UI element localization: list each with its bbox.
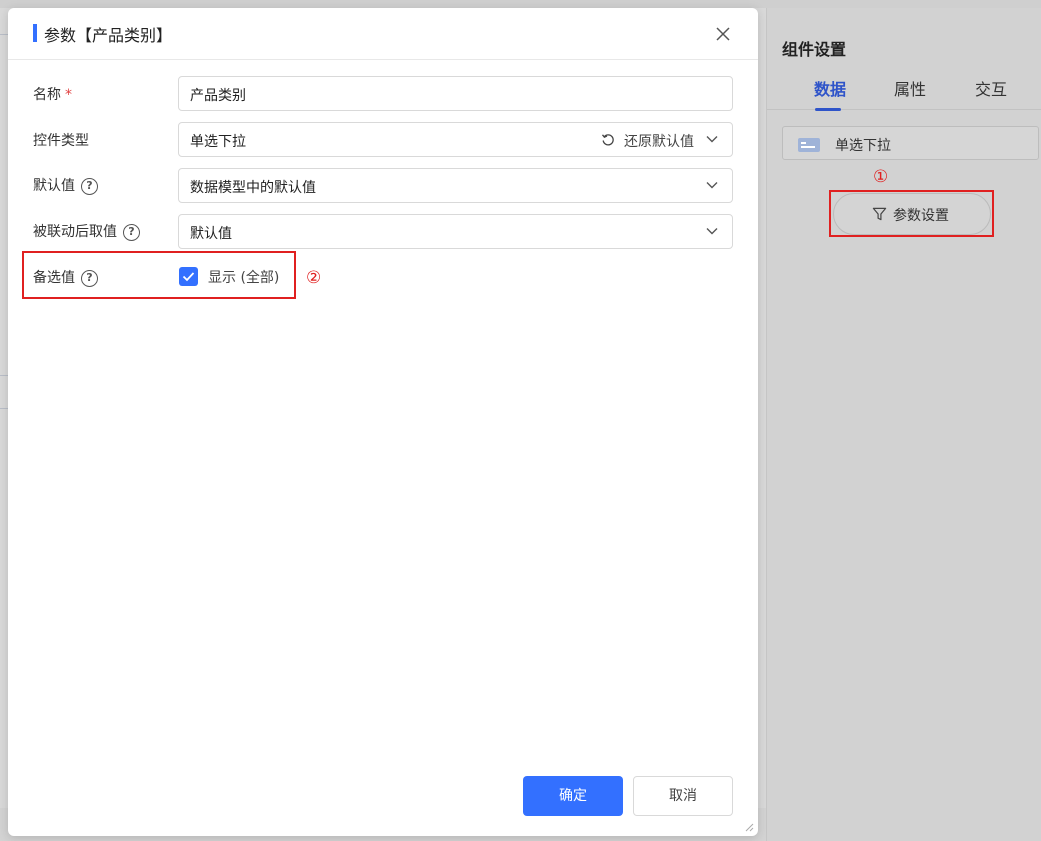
check-icon bbox=[182, 272, 195, 282]
chevron-down-icon bbox=[706, 228, 718, 235]
title-accent-bar bbox=[33, 24, 37, 42]
control-type-label: 控件类型 bbox=[33, 133, 89, 149]
component-type-box[interactable]: 单选下拉 bbox=[782, 126, 1039, 160]
confirm-button[interactable]: 确定 bbox=[523, 776, 623, 816]
linked-value-value: 默认值 bbox=[190, 226, 232, 242]
required-mark: * bbox=[65, 87, 72, 103]
name-value: 产品类别 bbox=[190, 88, 246, 104]
name-label: 名称 * bbox=[33, 84, 72, 104]
control-type-value: 单选下拉 bbox=[190, 134, 246, 150]
parameter-dialog: 参数【产品类别】 名称 * 产品类别 控件类型 单选下拉 还原默认值 默认值? 数… bbox=[8, 8, 758, 836]
param-settings-label: 参数设置 bbox=[893, 208, 949, 224]
cancel-button[interactable]: 取消 bbox=[633, 776, 733, 816]
dialog-header: 参数【产品类别】 bbox=[8, 8, 758, 60]
help-icon[interactable]: ? bbox=[81, 269, 98, 287]
resize-handle-icon[interactable] bbox=[744, 822, 754, 832]
component-settings-panel: 组件设置 数据 属性 交互 单选下拉 ① 参数设置 bbox=[766, 8, 1041, 841]
default-value-select[interactable]: 数据模型中的默认值 bbox=[178, 168, 733, 203]
param-settings-button[interactable]: 参数设置 bbox=[833, 193, 991, 235]
dialog-title: 参数【产品类别】 bbox=[44, 26, 173, 45]
close-icon[interactable] bbox=[715, 26, 731, 42]
filter-icon bbox=[872, 207, 887, 221]
top-strip bbox=[0, 0, 1041, 8]
panel-title: 组件设置 bbox=[782, 40, 847, 59]
tab-interaction[interactable]: 交互 bbox=[975, 76, 1007, 100]
linked-value-label: 被联动后取值? bbox=[33, 221, 140, 241]
active-tab-indicator bbox=[815, 108, 841, 111]
name-input[interactable]: 产品类别 bbox=[178, 76, 733, 111]
linked-value-select[interactable]: 默认值 bbox=[178, 214, 733, 249]
name-label-text: 名称 bbox=[33, 87, 61, 103]
tab-data[interactable]: 数据 bbox=[814, 76, 846, 100]
show-all-checkbox[interactable] bbox=[179, 267, 198, 286]
component-label: 单选下拉 bbox=[835, 138, 891, 154]
default-value-value: 数据模型中的默认值 bbox=[190, 180, 316, 196]
linked-value-label-text: 被联动后取值 bbox=[33, 224, 117, 240]
panel-tabs: 数据 属性 交互 bbox=[767, 68, 1041, 111]
chevron-down-icon bbox=[706, 136, 718, 143]
help-icon[interactable]: ? bbox=[123, 223, 140, 241]
default-value-label: 默认值? bbox=[33, 175, 98, 195]
options-label-text: 备选值 bbox=[33, 270, 75, 286]
options-label: 备选值? bbox=[33, 267, 98, 287]
reset-default-link[interactable]: 还原默认值 bbox=[624, 131, 694, 151]
tab-properties[interactable]: 属性 bbox=[894, 76, 926, 100]
help-icon[interactable]: ? bbox=[81, 177, 98, 195]
control-type-select[interactable]: 单选下拉 还原默认值 bbox=[178, 122, 733, 157]
reset-icon[interactable] bbox=[601, 133, 615, 147]
annotation-marker-2: ② bbox=[306, 268, 322, 288]
show-all-label[interactable]: 显示 (全部) bbox=[208, 267, 279, 287]
dropdown-component-icon bbox=[798, 138, 820, 152]
annotation-marker-1: ① bbox=[873, 167, 889, 187]
default-value-label-text: 默认值 bbox=[33, 178, 75, 194]
chevron-down-icon bbox=[706, 182, 718, 189]
